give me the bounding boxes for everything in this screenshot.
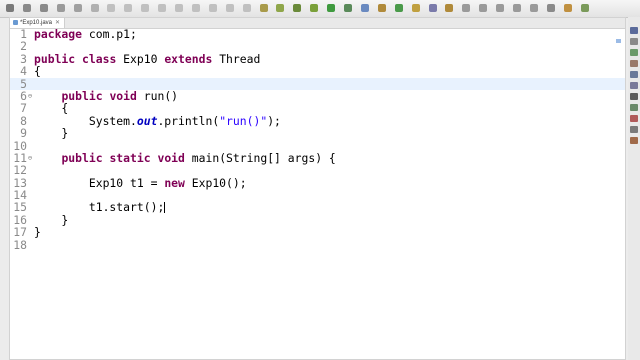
console-icon[interactable] bbox=[630, 93, 638, 100]
code-line[interactable]: 18 bbox=[10, 237, 625, 252]
main-toolbar bbox=[0, 0, 640, 18]
open-type-icon[interactable] bbox=[411, 4, 420, 12]
code-text: System.out.println("run()"); bbox=[34, 113, 281, 128]
code-area[interactable]: 1 package com.p1; 2 3 public class Exp10 ext… bbox=[10, 28, 625, 359]
code-text: package com.p1; bbox=[34, 27, 137, 41]
code-text: { bbox=[34, 101, 69, 116]
code-text: { bbox=[34, 64, 41, 79]
step-over-icon[interactable] bbox=[191, 4, 200, 12]
git-icon[interactable] bbox=[630, 137, 638, 144]
line-number: 17 bbox=[13, 225, 27, 240]
text-cursor bbox=[164, 202, 166, 214]
hierarchy-icon[interactable] bbox=[630, 49, 638, 56]
suspend-icon[interactable] bbox=[124, 4, 133, 12]
use-step-filters-icon[interactable] bbox=[242, 4, 251, 12]
annotation-next-icon[interactable] bbox=[462, 4, 471, 12]
line-number: 18 bbox=[13, 237, 27, 252]
error-log-icon[interactable] bbox=[630, 115, 638, 122]
code-text: public class Exp10 extends Thread bbox=[34, 51, 261, 66]
code-line[interactable]: 1 package com.p1; bbox=[10, 27, 625, 41]
line-number: 9 bbox=[20, 126, 27, 141]
cut-icon[interactable] bbox=[73, 4, 82, 12]
step-return-icon[interactable] bbox=[208, 4, 217, 12]
open-task-icon[interactable] bbox=[428, 4, 437, 12]
code-line[interactable]: 4{ bbox=[10, 64, 625, 79]
forward-icon[interactable] bbox=[529, 4, 538, 12]
line-number: 15 bbox=[13, 200, 27, 215]
java-perspective-icon[interactable] bbox=[563, 4, 572, 12]
skip-breakpoints-icon[interactable] bbox=[90, 4, 99, 12]
resume-icon[interactable] bbox=[107, 4, 116, 12]
save-icon[interactable] bbox=[22, 4, 31, 12]
line-number: 12 bbox=[13, 163, 27, 178]
fold-toggle-icon[interactable]: ⊖ bbox=[27, 152, 33, 164]
java-file-icon bbox=[13, 19, 18, 25]
code-line[interactable]: 15 t1.start(); bbox=[10, 200, 625, 215]
new-class-icon[interactable] bbox=[394, 4, 403, 12]
toggle-breadcrumb-icon[interactable] bbox=[259, 4, 268, 12]
last-edit-location-icon[interactable] bbox=[496, 4, 505, 12]
declaration-icon[interactable] bbox=[630, 82, 638, 89]
coverage-icon[interactable] bbox=[310, 4, 319, 12]
code-text: } bbox=[34, 225, 41, 240]
quick-access-icon[interactable] bbox=[546, 4, 555, 12]
code-line[interactable]: 17} bbox=[10, 225, 625, 240]
code-text: Exp10 t1 = new Exp10(); bbox=[34, 175, 247, 190]
close-icon[interactable]: ✕ bbox=[55, 20, 60, 26]
problems-icon[interactable] bbox=[630, 60, 638, 67]
code-text: t1.start(); bbox=[34, 200, 166, 215]
code-line[interactable]: 3 public class Exp10 extends Thread bbox=[10, 51, 625, 66]
debug-perspective-icon[interactable] bbox=[580, 4, 589, 12]
code-line[interactable]: 13 Exp10 t1 = new Exp10(); bbox=[10, 175, 625, 190]
new-java-project-icon[interactable] bbox=[360, 4, 369, 12]
task-list-icon[interactable] bbox=[630, 38, 638, 45]
outline-icon[interactable] bbox=[630, 27, 638, 34]
print-icon[interactable] bbox=[56, 4, 65, 12]
code-text: } bbox=[34, 126, 69, 141]
mark-occurrences-icon[interactable] bbox=[276, 4, 285, 12]
code-line[interactable]: 7 { bbox=[10, 101, 625, 116]
new-icon[interactable] bbox=[6, 4, 14, 12]
external-tools-icon[interactable] bbox=[344, 4, 352, 12]
code-line[interactable]: 12 bbox=[10, 163, 625, 178]
run-icon[interactable] bbox=[327, 4, 336, 12]
code-text: public static void main(String[] args) { bbox=[61, 150, 336, 165]
code-line[interactable]: 6 ⊖ public void run() bbox=[10, 90, 625, 103]
annotation-prev-icon[interactable] bbox=[479, 4, 488, 12]
save-all-icon[interactable] bbox=[39, 4, 48, 12]
editor-tab-title: *Exp10.java bbox=[20, 20, 53, 26]
line-number: 7 bbox=[20, 101, 27, 116]
disconnect-icon[interactable] bbox=[158, 4, 167, 12]
drop-frame-icon[interactable] bbox=[225, 4, 234, 12]
code-line[interactable]: 8 System.out.println("run()"); bbox=[10, 113, 625, 128]
javadoc-icon[interactable] bbox=[630, 71, 638, 78]
code-line[interactable]: 11 ⊖ public static void main(String[] arg… bbox=[10, 150, 625, 165]
progress-icon[interactable] bbox=[630, 104, 638, 111]
line-number: 4 bbox=[20, 64, 27, 79]
back-icon[interactable] bbox=[513, 4, 521, 12]
new-package-icon[interactable] bbox=[377, 4, 386, 12]
line-number: 2 bbox=[20, 39, 27, 54]
servers-icon[interactable] bbox=[630, 126, 638, 133]
java-editor: *Exp10.java ✕ 1 package com.p1; 2 3 public cl… bbox=[9, 17, 626, 360]
terminate-icon[interactable] bbox=[141, 4, 150, 12]
code-line[interactable]: 9 } bbox=[10, 126, 625, 141]
right-view-toolbar bbox=[628, 17, 640, 360]
overview-ruler-marker[interactable] bbox=[616, 39, 621, 43]
debug-icon[interactable] bbox=[293, 4, 302, 12]
code-line[interactable]: 16 } bbox=[10, 213, 625, 226]
fold-toggle-icon[interactable]: ⊖ bbox=[27, 90, 33, 102]
step-into-icon[interactable] bbox=[175, 4, 183, 12]
search-icon[interactable] bbox=[445, 4, 454, 12]
